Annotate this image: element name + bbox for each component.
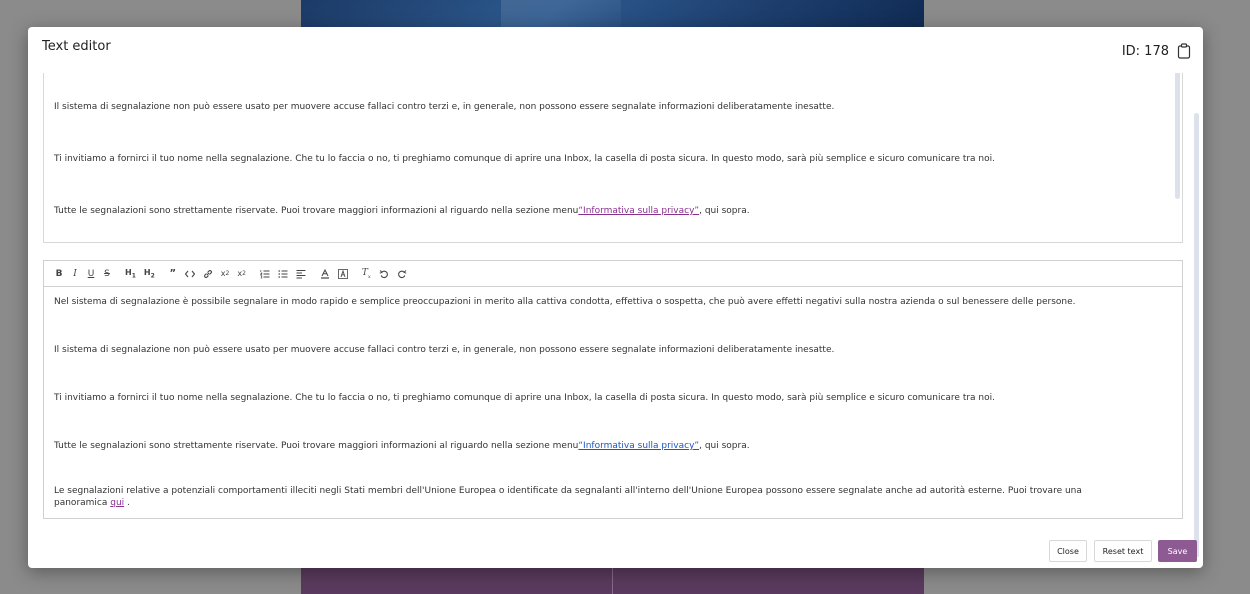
preview-paragraph: Tutte le segnalazioni sono strettamente … <box>54 205 750 217</box>
preview-privacy-link[interactable]: “Informativa sulla privacy” <box>578 206 699 216</box>
heading2-button[interactable]: H2 <box>142 266 157 282</box>
code-icon[interactable] <box>183 266 197 282</box>
editor-content[interactable]: Nel sistema di segnalazione è possibile … <box>44 288 1182 518</box>
align-icon[interactable] <box>294 266 308 282</box>
editor-privacy-text: Tutte le segnalazioni sono strettamente … <box>54 441 579 451</box>
text-color-icon[interactable] <box>318 266 332 282</box>
clear-format-icon[interactable]: Tx <box>360 266 373 282</box>
editor-paragraph: panoramica qui . <box>54 497 130 509</box>
background-divider <box>612 568 613 594</box>
text-editor-modal: Text editor ID: 178 Il sistema di segnal… <box>28 27 1203 568</box>
preview-privacy-text: Tutte le segnalazioni sono strettamente … <box>54 206 579 216</box>
editor-paragraph: Tutte le segnalazioni sono strettamente … <box>54 440 750 452</box>
editor-paragraph: Nel sistema di segnalazione è possibile … <box>54 297 1076 307</box>
modal-title: Text editor <box>42 39 111 54</box>
editor-privacy-link[interactable]: “Informativa sulla privacy” <box>578 441 699 451</box>
subscript-button[interactable]: x2 <box>219 266 232 282</box>
heading1-button[interactable]: H1 <box>123 266 138 282</box>
editor-eu-suffix: . <box>124 498 130 508</box>
modal-footer: Close Reset text Save <box>28 538 1203 568</box>
modal-header: Text editor ID: 178 <box>28 27 1203 73</box>
editor-privacy-suffix: , qui sopra. <box>699 441 750 451</box>
background-footer-panel <box>301 568 924 594</box>
editor-eu-text: panoramica <box>54 498 111 508</box>
editor-toolbar: B I U S H1 H2 ” x2 x2 Tx <box>44 261 1182 287</box>
save-button[interactable]: Save <box>1158 540 1197 562</box>
undo-icon[interactable] <box>377 266 391 282</box>
bullet-list-icon[interactable] <box>276 266 290 282</box>
modal-scrollbar[interactable] <box>1194 113 1199 557</box>
preview-paragraph: Il sistema di segnalazione non può esser… <box>54 102 835 112</box>
editor-paragraph: Il sistema di segnalazione non può esser… <box>54 345 835 355</box>
redo-icon[interactable] <box>395 266 409 282</box>
close-button[interactable]: Close <box>1049 540 1087 562</box>
id-area: ID: 178 <box>1122 43 1191 59</box>
preview-paragraph: Ti invitiamo a fornirci il tuo nome nell… <box>54 154 995 164</box>
underline-button[interactable]: U <box>85 266 97 282</box>
clipboard-icon[interactable] <box>1177 43 1191 59</box>
blockquote-icon[interactable]: ” <box>167 266 179 282</box>
preview-privacy-suffix: , qui sopra. <box>699 206 750 216</box>
link-icon[interactable] <box>201 266 215 282</box>
modal-scroll-area[interactable]: Il sistema di segnalazione non può esser… <box>28 73 1203 557</box>
superscript-button[interactable]: x2 <box>235 266 248 282</box>
background-color-icon[interactable] <box>336 266 350 282</box>
bold-button[interactable]: B <box>53 266 65 282</box>
editor-paragraph: Le segnalazioni relative a potenziali co… <box>54 486 1082 496</box>
ordered-list-icon[interactable] <box>258 266 272 282</box>
rich-text-editor: B I U S H1 H2 ” x2 x2 Tx Nel sistema di … <box>43 260 1183 519</box>
strikethrough-button[interactable]: S <box>101 266 113 282</box>
italic-button[interactable]: I <box>69 266 81 282</box>
reset-text-button[interactable]: Reset text <box>1094 540 1152 562</box>
editor-paragraph: Ti invitiamo a fornirci il tuo nome nell… <box>54 393 995 403</box>
id-label: ID: 178 <box>1121 43 1169 59</box>
preview-panel: Il sistema di segnalazione non può esser… <box>43 73 1183 243</box>
editor-eu-link[interactable]: qui <box>110 498 124 508</box>
preview-scrollbar[interactable] <box>1175 73 1180 199</box>
